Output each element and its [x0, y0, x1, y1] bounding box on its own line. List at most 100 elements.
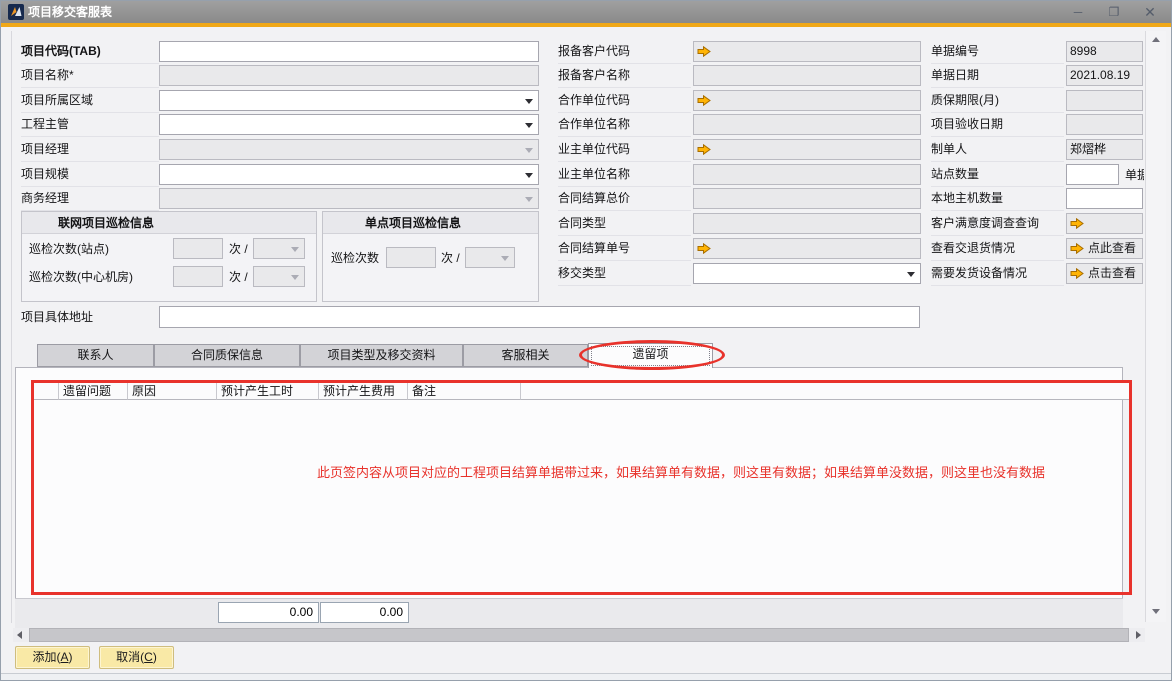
scroll-right-icon[interactable] — [1136, 631, 1141, 639]
scroll-up-icon[interactable] — [1152, 37, 1160, 42]
document-date-field: 2021.08.19 — [1066, 65, 1143, 86]
grid-row-header — [34, 383, 59, 400]
label-partner-unit-code: 合作单位代码 — [558, 90, 691, 113]
label-owner-unit-code: 业主单位代码 — [558, 139, 691, 162]
label-contract-type: 合同类型 — [558, 213, 691, 236]
tab-content-panel — [15, 367, 1123, 627]
label-project-region: 项目所属区域 — [21, 90, 159, 113]
tab-legacy-items[interactable]: 遗留项 — [588, 343, 713, 368]
view-returns-field: 点此查看 — [1066, 238, 1143, 259]
label-satisfaction-survey: 客户满意度调查查询 — [931, 213, 1064, 236]
link-arrow-icon[interactable] — [1070, 218, 1084, 229]
label-acceptance-date: 项目验收日期 — [931, 114, 1064, 137]
engineering-supervisor-select[interactable] — [159, 114, 539, 135]
column-header-estimated-cost: 预计产生费用 — [319, 383, 408, 400]
label-contract-settlement-total: 合同结算总价 — [558, 188, 691, 211]
inspection-period-select — [465, 247, 515, 268]
label-project-manager: 项目经理 — [21, 139, 159, 162]
close-icon[interactable]: ✕ — [1135, 1, 1165, 23]
label-document-creator: 制单人 — [931, 139, 1064, 162]
inspection-count-site-input — [173, 238, 223, 259]
local-host-count-input[interactable] — [1066, 188, 1143, 209]
shipping-equipment-link[interactable]: 点击查看 — [1088, 264, 1136, 283]
partner-unit-code-field — [693, 90, 921, 111]
project-transfer-form-window: 项目移交客服表 ─ ❐ ✕ 项目代码(TAB) 项目名称* 项目所属区域 工程主… — [0, 0, 1172, 681]
project-address-input[interactable] — [159, 306, 920, 328]
label-document-date: 单据日期 — [931, 65, 1064, 88]
cancel-button[interactable]: 取消(C) — [99, 646, 174, 669]
view-returns-link[interactable]: 点此查看 — [1088, 239, 1136, 258]
tab-contract-warranty[interactable]: 合同质保信息 — [154, 344, 300, 367]
document-creator-field: 郑熠桦 — [1066, 139, 1143, 160]
tab-contacts[interactable]: 联系人 — [37, 344, 154, 367]
owner-unit-code-field — [693, 139, 921, 160]
total-estimated-hours-input[interactable]: 0.00 — [218, 602, 319, 623]
reported-customer-code-field — [693, 41, 921, 62]
totals-strip — [15, 598, 1123, 628]
document-number-field: 8998 — [1066, 41, 1143, 62]
vertical-scrollbar[interactable] — [1145, 31, 1166, 622]
scroll-down-icon[interactable] — [1152, 609, 1160, 614]
label-project-name: 项目名称* — [21, 65, 159, 88]
contract-type-field — [693, 213, 921, 234]
chevron-down-icon — [291, 275, 299, 280]
label-owner-unit-name: 业主单位名称 — [558, 164, 691, 187]
link-arrow-icon[interactable] — [697, 144, 711, 155]
label-shipping-equipment: 需要发货设备情况 — [931, 263, 1064, 286]
contract-settlement-total-field — [693, 188, 921, 209]
tab-focus-outline — [591, 346, 710, 366]
accent-line — [1, 23, 1172, 27]
tab-project-type-transfer[interactable]: 项目类型及移交资料 — [300, 344, 463, 367]
chevron-down-icon — [501, 256, 509, 261]
label-warranty-period: 质保期限(月) — [931, 90, 1064, 113]
cancel-button-text: 取消( — [116, 650, 144, 664]
link-arrow-icon[interactable] — [697, 95, 711, 106]
cancel-button-text-end: ) — [153, 650, 157, 664]
unit-label: 次 / — [229, 267, 253, 290]
project-region-select[interactable] — [159, 90, 539, 111]
chevron-down-icon — [291, 247, 299, 252]
link-arrow-icon[interactable] — [697, 243, 711, 254]
label-engineering-supervisor: 工程主管 — [21, 114, 159, 137]
site-count-input[interactable] — [1066, 164, 1119, 185]
scroll-left-icon[interactable] — [17, 631, 22, 639]
panel-left-border — [11, 31, 12, 623]
column-header-legacy-issue: 遗留问题 — [59, 383, 128, 400]
link-arrow-icon[interactable] — [697, 46, 711, 57]
label-project-code: 项目代码(TAB) — [21, 41, 159, 64]
horizontal-scrollbar[interactable] — [13, 628, 1145, 642]
unit-label: 次 / — [441, 248, 465, 271]
site-count-suffix: 单据 — [1125, 165, 1144, 188]
owner-unit-name-field — [693, 164, 921, 185]
business-manager-select — [159, 188, 539, 209]
cancel-button-mnemonic: C — [144, 650, 153, 664]
label-partner-unit-name: 合作单位名称 — [558, 114, 691, 137]
column-header-estimated-hours: 预计产生工时 — [217, 383, 319, 400]
chevron-down-icon — [907, 272, 915, 277]
acceptance-date-field — [1066, 114, 1143, 135]
tab-customer-service[interactable]: 客服相关 — [463, 344, 588, 367]
add-button[interactable]: 添加(A) — [15, 646, 90, 669]
column-header-remarks: 备注 — [408, 383, 521, 400]
total-estimated-cost-input[interactable]: 0.00 — [320, 602, 409, 623]
titlebar: 项目移交客服表 ─ ❐ ✕ — [1, 1, 1172, 23]
label-site-count: 站点数量 — [931, 164, 1064, 187]
inspection-count-room-input — [173, 266, 223, 287]
link-arrow-icon[interactable] — [1070, 268, 1084, 279]
reported-customer-name-field — [693, 65, 921, 86]
network-inspection-title: 联网项目巡检信息 — [22, 212, 316, 234]
project-scale-select[interactable] — [159, 164, 539, 185]
minimize-icon[interactable]: ─ — [1063, 1, 1093, 23]
label-view-returns: 查看交退货情况 — [931, 238, 1064, 261]
label-project-address: 项目具体地址 — [21, 307, 159, 330]
chevron-down-icon — [525, 173, 533, 178]
maximize-icon[interactable]: ❐ — [1099, 1, 1129, 23]
project-code-input[interactable] — [159, 41, 539, 62]
transfer-type-select[interactable] — [693, 263, 921, 284]
inspection-period-room-select — [253, 266, 305, 287]
project-manager-select — [159, 139, 539, 160]
label-transfer-type: 移交类型 — [558, 263, 691, 286]
horizontal-scrollbar-thumb[interactable] — [29, 628, 1129, 642]
link-arrow-icon[interactable] — [1070, 243, 1084, 254]
label-inspection-count-room: 巡检次数(中心机房) — [29, 267, 173, 290]
